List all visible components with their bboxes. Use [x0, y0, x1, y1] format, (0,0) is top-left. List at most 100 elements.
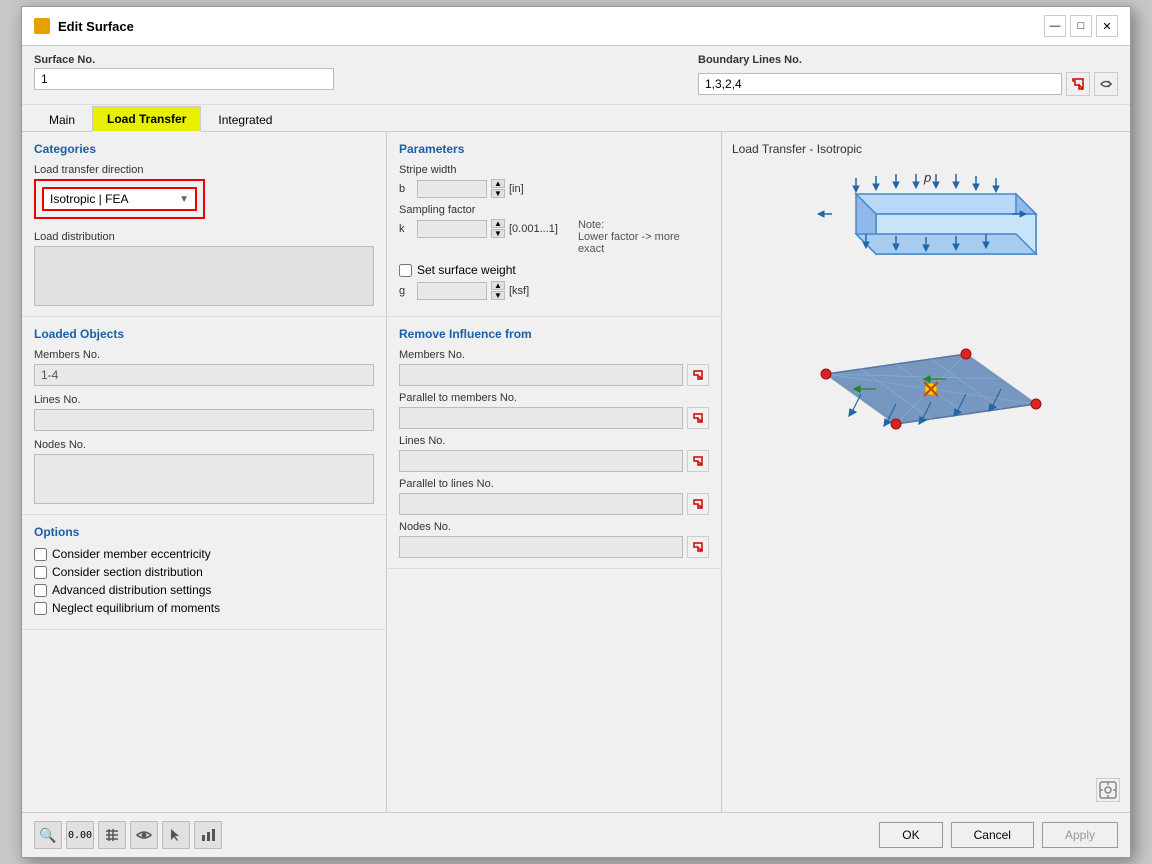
preview-bottom-icon[interactable] — [1096, 778, 1120, 802]
toolbar-zero-btn[interactable]: 0.00 — [66, 821, 94, 849]
option-1-row: Consider member eccentricity — [34, 547, 374, 561]
option-1-checkbox[interactable] — [34, 548, 47, 561]
load-transfer-direction-dropdown[interactable]: Isotropic | FEA ▼ — [42, 187, 197, 211]
stripe-width-short-label: b — [399, 183, 413, 195]
remove-lines-input[interactable] — [399, 450, 683, 472]
remove-nodes-input[interactable] — [399, 536, 683, 558]
parameters-section: Parameters Stripe width b ▲ ▼ [in] Sampl… — [387, 132, 721, 317]
remove-nodes-btn[interactable] — [687, 536, 709, 558]
title-buttons: — □ ✕ — [1044, 15, 1118, 37]
load-distribution-display — [34, 246, 374, 306]
preview-area: p — [732, 164, 1120, 802]
parallel-lines-input[interactable] — [399, 493, 683, 515]
boundary-reverse-btn[interactable] — [1094, 72, 1118, 96]
stripe-width-spinners: ▲ ▼ — [491, 179, 505, 198]
g-input[interactable] — [417, 282, 487, 300]
options-section: Options Consider member eccentricity Con… — [22, 515, 387, 630]
boundary-lines-input[interactable] — [698, 73, 1062, 95]
g-up[interactable]: ▲ — [491, 281, 505, 290]
option-1-label: Consider member eccentricity — [52, 547, 211, 561]
bottom-diagram — [786, 314, 1066, 474]
option-4-label: Neglect equilibrium of moments — [52, 601, 220, 615]
lines-no-input[interactable] — [34, 409, 374, 431]
loaded-objects-section: Loaded Objects Members No. Lines No. Nod… — [22, 317, 386, 515]
toolbar-eye-btn[interactable] — [130, 821, 158, 849]
nodes-no-label: Nodes No. — [34, 439, 374, 451]
lines-no-label: Lines No. — [34, 394, 374, 406]
remove-members-input[interactable] — [399, 364, 683, 386]
parameters-title: Parameters — [399, 142, 709, 156]
set-surface-weight-row: Set surface weight — [399, 263, 709, 277]
g-row: g ▲ ▼ [ksf] — [399, 281, 709, 300]
members-no-label: Members No. — [34, 349, 374, 361]
g-down[interactable]: ▼ — [491, 291, 505, 300]
option-3-label: Advanced distribution settings — [52, 583, 211, 597]
stripe-width-up[interactable]: ▲ — [491, 179, 505, 188]
categories-title: Categories — [34, 142, 374, 156]
stripe-width-row: b ▲ ▼ [in] — [399, 179, 709, 198]
stripe-width-down[interactable]: ▼ — [491, 189, 505, 198]
sampling-factor-row: k ▲ ▼ [0.001...1] — [399, 219, 558, 238]
dialog-buttons: OK Cancel Apply — [879, 822, 1118, 848]
remove-lines-row — [399, 450, 709, 472]
option-2-label: Consider section distribution — [52, 565, 203, 579]
top-diagram: p — [786, 164, 1066, 294]
maximize-button[interactable]: □ — [1070, 15, 1092, 37]
apply-button[interactable]: Apply — [1042, 822, 1118, 848]
nodes-no-input[interactable] — [34, 454, 374, 504]
load-distribution-label: Load distribution — [34, 231, 374, 243]
edit-surface-dialog: Edit Surface — □ ✕ Surface No. Boundary … — [21, 6, 1131, 858]
boundary-lines-row — [698, 72, 1118, 96]
load-transfer-direction-label: Load transfer direction — [34, 164, 374, 176]
toolbar-chart-btn[interactable] — [194, 821, 222, 849]
boundary-lines-label: Boundary Lines No. — [698, 54, 1118, 66]
option-4-checkbox[interactable] — [34, 602, 47, 615]
sampling-factor-up[interactable]: ▲ — [491, 219, 505, 228]
content-area: Categories Load transfer direction Isotr… — [22, 132, 1130, 812]
surface-no-input[interactable] — [34, 68, 334, 90]
parallel-members-label: Parallel to members No. — [399, 392, 709, 404]
parallel-members-row — [399, 407, 709, 429]
sampling-factor-spinners: ▲ ▼ — [491, 219, 505, 238]
tab-load-transfer[interactable]: Load Transfer — [92, 106, 201, 132]
parallel-members-btn[interactable] — [687, 407, 709, 429]
option-2-checkbox[interactable] — [34, 566, 47, 579]
surface-info-row: Surface No. Boundary Lines No. — [22, 46, 1130, 105]
close-button[interactable]: ✕ — [1096, 15, 1118, 37]
tab-main[interactable]: Main — [34, 107, 90, 132]
remove-lines-label: Lines No. — [399, 435, 709, 447]
surface-no-section: Surface No. — [34, 54, 698, 96]
boundary-select-btn[interactable] — [1066, 72, 1090, 96]
set-surface-weight-checkbox[interactable] — [399, 264, 412, 277]
minimize-button[interactable]: — — [1044, 15, 1066, 37]
members-no-input[interactable] — [34, 364, 374, 386]
g-unit: [ksf] — [509, 285, 529, 297]
note-label: Note: — [578, 219, 709, 231]
middle-panel: Parameters Stripe width b ▲ ▼ [in] Sampl… — [387, 132, 722, 812]
cancel-button[interactable]: Cancel — [951, 822, 1034, 848]
sampling-factor-input[interactable] — [417, 220, 487, 238]
option-3-checkbox[interactable] — [34, 584, 47, 597]
parallel-members-input[interactable] — [399, 407, 683, 429]
sampling-factor-down[interactable]: ▼ — [491, 229, 505, 238]
stripe-width-input[interactable] — [417, 180, 487, 198]
ok-button[interactable]: OK — [879, 822, 942, 848]
stripe-width-label: Stripe width — [399, 164, 709, 176]
remove-lines-btn[interactable] — [687, 450, 709, 472]
title-bar: Edit Surface — □ ✕ — [22, 7, 1130, 46]
preview-settings-btn[interactable] — [1096, 778, 1120, 802]
toolbar-cursor-btn[interactable] — [162, 821, 190, 849]
g-spinners: ▲ ▼ — [491, 281, 505, 300]
remove-members-btn[interactable] — [687, 364, 709, 386]
remove-influence-section: Remove Influence from Members No. Parall… — [387, 317, 721, 569]
loaded-objects-title: Loaded Objects — [34, 327, 374, 341]
load-transfer-direction-box: Isotropic | FEA ▼ — [34, 179, 205, 219]
note-section: Note: Lower factor -> more exact — [578, 219, 709, 255]
tab-integrated[interactable]: Integrated — [203, 107, 287, 132]
toolbar-search-btn[interactable]: 🔍 — [34, 821, 62, 849]
remove-members-row — [399, 364, 709, 386]
toolbar-grid-btn[interactable] — [98, 821, 126, 849]
dropdown-arrow-icon: ▼ — [179, 194, 189, 205]
option-2-row: Consider section distribution — [34, 565, 374, 579]
parallel-lines-btn[interactable] — [687, 493, 709, 515]
